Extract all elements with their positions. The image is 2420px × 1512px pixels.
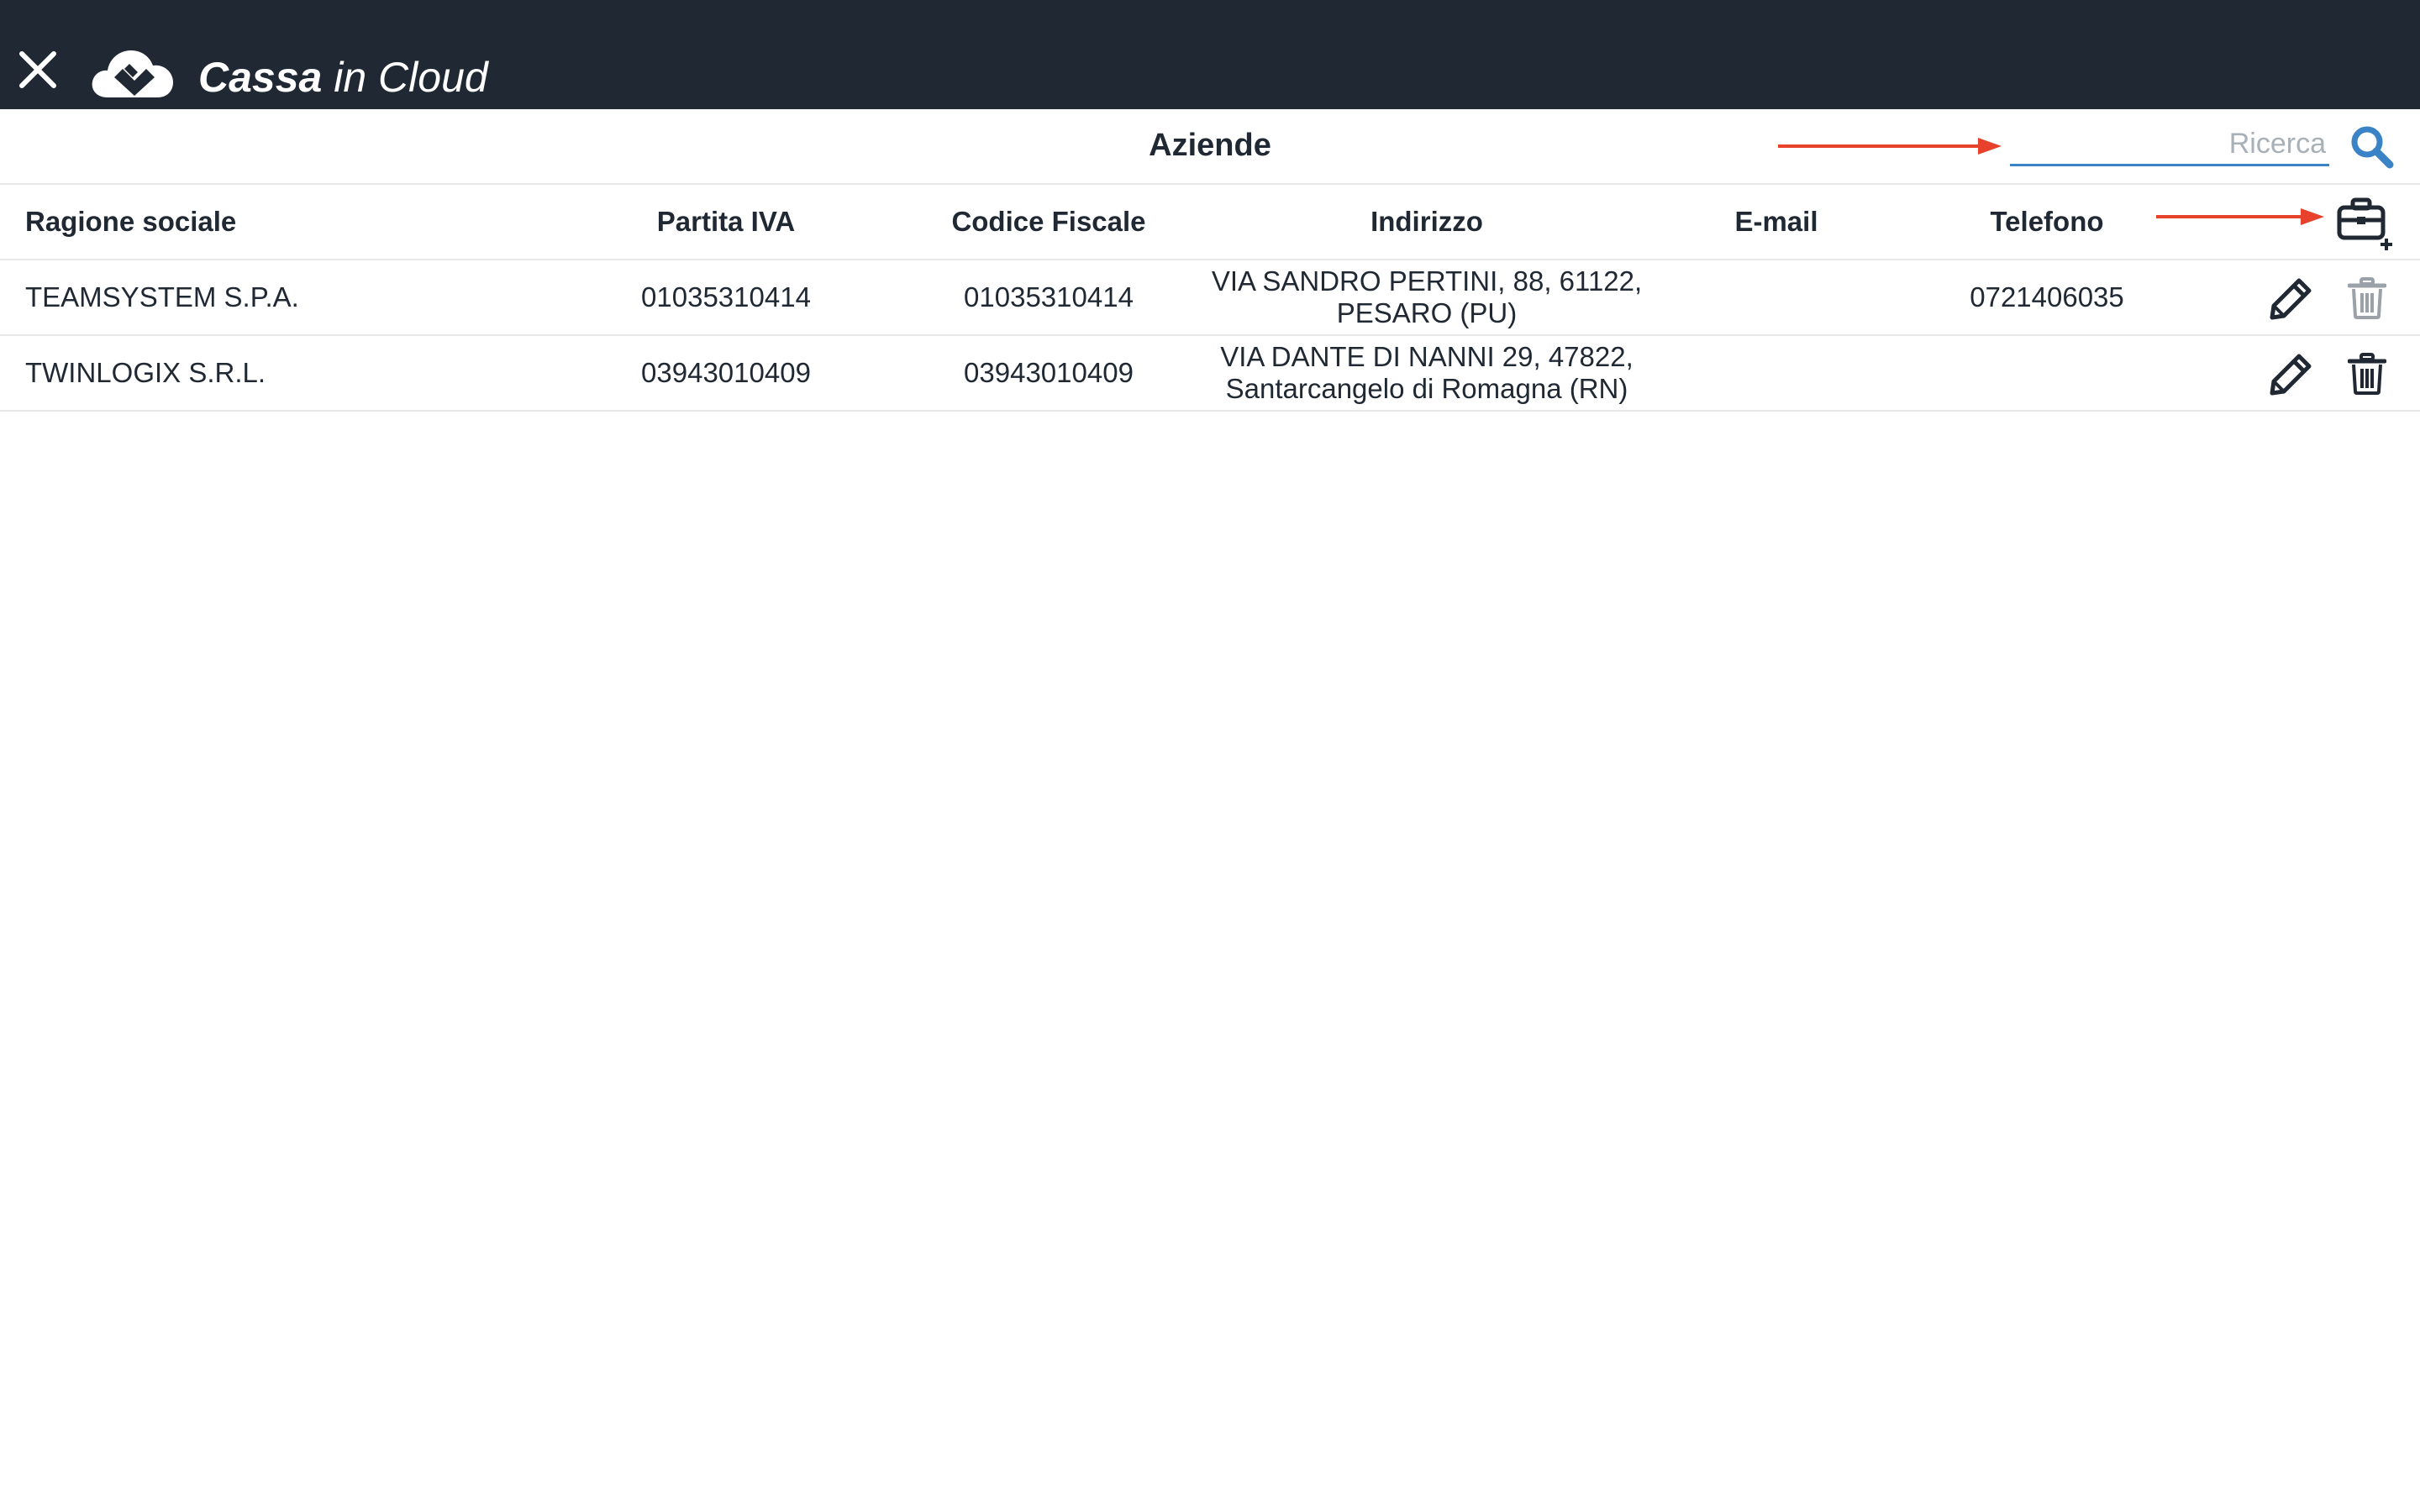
cell-name: TWINLOGIX S.R.L. [25,357,266,388]
address-line1: VIA SANDRO PERTINI, 88, 61122, PESARO (PU… [1212,265,1642,329]
header-piva: Partita IVA [656,206,796,237]
brand-name-light: in Cloud [322,54,488,101]
header-name: Ragione sociale [25,206,237,237]
header-cf: Codice Fiscale [951,206,1146,237]
trash-icon[interactable] [2348,353,2386,395]
cell-email [1681,260,1872,334]
header-phone: Telefono [1990,206,2104,237]
address-line2-text: PESARO (PU) [1336,297,1518,328]
companies-table: Ragione sociale Partita IVA Codice Fisca… [0,185,2420,412]
cloud-logo-icon [92,50,173,97]
table-header-row: Ragione sociale Partita IVA Codice Fisca… [0,185,2420,260]
pencil-icon[interactable] [2269,277,2312,321]
cell-cf: 01035310414 [964,281,1134,312]
search-icon[interactable] [2348,123,2395,170]
close-icon[interactable] [15,47,60,92]
search-input[interactable] [2010,124,2329,166]
briefcase-plus-icon[interactable] [2336,197,2393,252]
cell-name: TEAMSYSTEM S.P.A. [25,281,299,312]
annotation-arrow-search [1778,138,2002,155]
address-line1: VIA DANTE DI NANNI 29, 47822, Santarcange… [1220,341,1634,405]
header-address: Indirizzo [1370,206,1483,237]
cell-phone: 0721406035 [1970,281,2124,312]
table-row[interactable]: TEAMSYSTEM S.P.A. 01035310414 0103531041… [0,260,2420,336]
cell-cf: 03943010409 [964,357,1134,388]
table-row[interactable]: TWINLOGIX S.R.L. 03943010409 03943010409… [0,336,2420,412]
cell-phone [1899,336,2195,410]
pencil-icon[interactable] [2269,353,2312,396]
title-bar: Aziende [0,109,2420,185]
cell-piva: 01035310414 [641,281,811,312]
address-line1-text: VIA DANTE DI NANNI 29, 47822, [1220,341,1634,372]
brand-name: Cassa in Cloud [198,52,488,102]
header-email: E-mail [1734,206,1818,237]
address-line1-text: VIA SANDRO PERTINI, 88, 61122, [1211,265,1643,297]
cell-piva: 03943010409 [641,357,811,388]
top-bar: Cassa in Cloud [0,0,2420,109]
cell-address: VIA SANDRO PERTINI, 88, 61122, PESARO (PU… [1193,260,1660,334]
trash-icon [2348,277,2386,319]
page-title: Aziende [1149,128,1271,163]
brand-name-bold: Cassa [198,54,323,101]
cell-address: VIA DANTE DI NANNI 29, 47822, Santarcange… [1193,336,1660,410]
cell-email [1681,336,1872,410]
address-line2-text: Santarcangelo di Romagna (RN) [1225,373,1628,404]
